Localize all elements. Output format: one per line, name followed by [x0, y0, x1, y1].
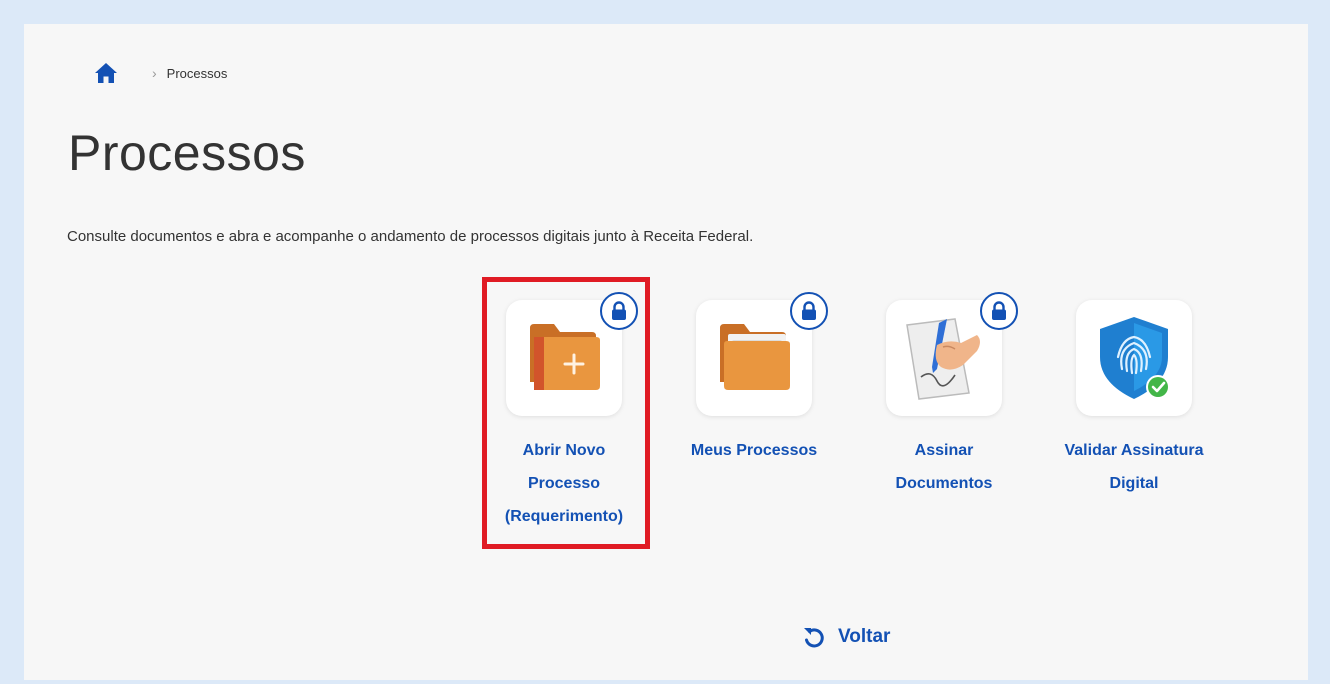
service-meus-processos[interactable]: Meus Processos [664, 292, 844, 467]
lock-icon [992, 301, 1006, 320]
service-assinar-documentos[interactable]: Assinar Documentos [854, 292, 1034, 500]
service-label[interactable]: Abrir Novo Processo (Requerimento) [474, 434, 654, 533]
back-label: Voltar [838, 626, 891, 647]
back-button[interactable]: Voltar [802, 626, 890, 648]
service-abrir-novo-processo[interactable]: Abrir Novo Processo (Requerimento) [474, 292, 654, 533]
fingerprint-shield-icon [1100, 317, 1170, 399]
main-panel: › Processos Processos Consulte documento… [24, 24, 1308, 680]
hand-signing-icon [906, 318, 980, 400]
chevron-right-icon: › [152, 65, 157, 81]
service-label[interactable]: Meus Processos [664, 434, 844, 467]
service-validar-assinatura[interactable]: Validar Assinatura Digital [1044, 300, 1224, 500]
home-icon[interactable] [94, 62, 118, 84]
lock-badge [790, 292, 828, 330]
breadcrumb: › Processos [94, 60, 227, 86]
service-icon-box[interactable] [696, 292, 828, 416]
undo-arrow-icon [804, 628, 824, 648]
breadcrumb-current: Processos [166, 65, 228, 81]
folder-icon [720, 324, 790, 390]
lock-icon [802, 301, 816, 320]
service-icon-box[interactable] [886, 292, 1018, 416]
service-icon-box[interactable] [506, 292, 638, 416]
lock-badge [600, 292, 638, 330]
folder-plus-icon [530, 324, 600, 390]
service-label[interactable]: Validar Assinatura Digital [1044, 434, 1224, 500]
service-label[interactable]: Assinar Documentos [854, 434, 1034, 500]
service-icon-box[interactable] [1076, 300, 1192, 416]
lock-badge [980, 292, 1018, 330]
page-title: Processos [68, 125, 306, 181]
lock-icon [612, 301, 626, 320]
page-description: Consulte documentos e abra e acompanhe o… [67, 228, 754, 245]
